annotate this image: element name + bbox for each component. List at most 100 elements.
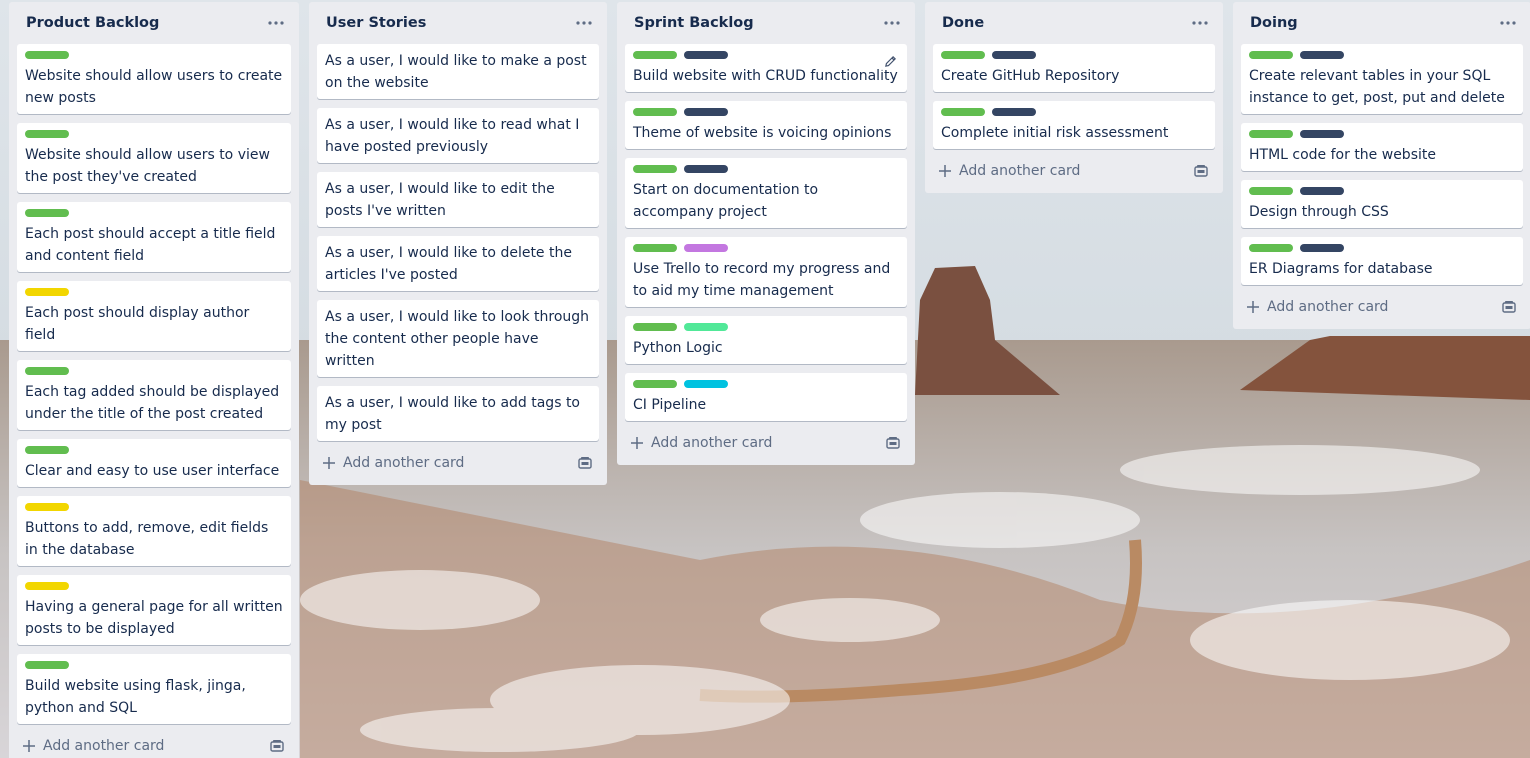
card-label-green[interactable]	[25, 130, 69, 138]
list-header: Done	[933, 2, 1215, 44]
card-label-navy[interactable]	[684, 165, 728, 173]
card[interactable]: Python Logic	[625, 316, 907, 364]
card-label-navy[interactable]	[992, 51, 1036, 59]
pencil-icon[interactable]	[881, 52, 899, 70]
card-template-icon[interactable]	[1501, 299, 1517, 315]
card-labels	[25, 367, 283, 375]
card-label-green[interactable]	[1249, 187, 1293, 195]
card[interactable]: Theme of website is voicing opinions	[625, 101, 907, 149]
card[interactable]: Having a general page for all written po…	[17, 575, 291, 645]
card[interactable]: As a user, I would like to look through …	[317, 300, 599, 377]
card-labels	[633, 51, 899, 59]
list-menu-icon[interactable]	[881, 12, 903, 34]
add-card-button[interactable]: Add another card	[1245, 297, 1388, 317]
card-label-green[interactable]	[25, 661, 69, 669]
add-card-label: Add another card	[1267, 299, 1389, 315]
list-menu-icon[interactable]	[1189, 12, 1211, 34]
card[interactable]: Each post should accept a title field an…	[17, 202, 291, 272]
card-label-green[interactable]	[633, 244, 677, 252]
card-label-green[interactable]	[25, 367, 69, 375]
plus-icon	[1245, 297, 1261, 317]
add-card-button[interactable]: Add another card	[21, 736, 164, 756]
card-label-green[interactable]	[1249, 51, 1293, 59]
card-labels	[633, 108, 899, 116]
card[interactable]: CI Pipeline	[625, 373, 907, 421]
card[interactable]: As a user, I would like to edit the post…	[317, 172, 599, 227]
list-title[interactable]: Sprint Backlog	[634, 15, 754, 31]
card-label-navy[interactable]	[1300, 130, 1344, 138]
card[interactable]: As a user, I would like to add tags to m…	[317, 386, 599, 441]
card-labels	[1249, 244, 1515, 252]
card-label-sky[interactable]	[684, 380, 728, 388]
card[interactable]: Use Trello to record my progress and to …	[625, 237, 907, 307]
card[interactable]: Website should allow users to view the p…	[17, 123, 291, 193]
card-label-navy[interactable]	[1300, 51, 1344, 59]
card-template-icon[interactable]	[1193, 163, 1209, 179]
card-label-green[interactable]	[633, 380, 677, 388]
card[interactable]: HTML code for the website	[1241, 123, 1523, 171]
card-labels	[25, 582, 283, 590]
card-label-navy[interactable]	[992, 108, 1036, 116]
add-card-button[interactable]: Add another card	[937, 161, 1080, 181]
card-label-green[interactable]	[633, 323, 677, 331]
card[interactable]: Create GitHub Repository	[933, 44, 1215, 92]
list-header: Product Backlog	[17, 2, 291, 44]
card-label-green[interactable]	[941, 51, 985, 59]
card-label-navy[interactable]	[1300, 187, 1344, 195]
list-menu-icon[interactable]	[573, 12, 595, 34]
card-list: Create relevant tables in your SQL insta…	[1241, 44, 1523, 285]
card-template-icon[interactable]	[269, 738, 285, 754]
plus-icon	[629, 433, 645, 453]
card-label-yellow[interactable]	[25, 582, 69, 590]
card-template-icon[interactable]	[885, 435, 901, 451]
card-label-navy[interactable]	[684, 108, 728, 116]
card[interactable]: Create relevant tables in your SQL insta…	[1241, 44, 1523, 114]
card-label-yellow[interactable]	[25, 503, 69, 511]
card-label-lime[interactable]	[684, 323, 728, 331]
card-labels	[1249, 51, 1515, 59]
card-labels	[633, 380, 899, 388]
list-menu-icon[interactable]	[265, 12, 287, 34]
card-label-navy[interactable]	[1300, 244, 1344, 252]
list-menu-icon[interactable]	[1497, 12, 1519, 34]
card-label-green[interactable]	[25, 209, 69, 217]
card-title: Each tag added should be displayed under…	[25, 384, 280, 422]
card-label-navy[interactable]	[684, 51, 728, 59]
list-title[interactable]: Done	[942, 15, 984, 31]
card[interactable]: Clear and easy to use user interface	[17, 439, 291, 487]
card-label-green[interactable]	[25, 51, 69, 59]
card[interactable]: Each tag added should be displayed under…	[17, 360, 291, 430]
list-title[interactable]: Product Backlog	[26, 15, 159, 31]
card-label-purple[interactable]	[684, 244, 728, 252]
card[interactable]: Design through CSS	[1241, 180, 1523, 228]
card[interactable]: Build website with CRUD functionality	[625, 44, 907, 92]
card-labels	[1249, 187, 1515, 195]
card-labels	[1249, 130, 1515, 138]
card-template-icon[interactable]	[577, 455, 593, 471]
card[interactable]: ER Diagrams for database	[1241, 237, 1523, 285]
card-label-green[interactable]	[633, 108, 677, 116]
list-title[interactable]: Doing	[1250, 15, 1298, 31]
card[interactable]: Complete initial risk assessment	[933, 101, 1215, 149]
add-card-button[interactable]: Add another card	[321, 453, 464, 473]
add-card-button[interactable]: Add another card	[629, 433, 772, 453]
card[interactable]: As a user, I would like to make a post o…	[317, 44, 599, 99]
card-label-green[interactable]	[25, 446, 69, 454]
card-label-yellow[interactable]	[25, 288, 69, 296]
card-label-green[interactable]	[1249, 244, 1293, 252]
card[interactable]: Each post should display author field	[17, 281, 291, 351]
card[interactable]: Buttons to add, remove, edit fields in t…	[17, 496, 291, 566]
card-title: Create relevant tables in your SQL insta…	[1249, 68, 1505, 106]
card-label-green[interactable]	[1249, 130, 1293, 138]
card-label-green[interactable]	[633, 51, 677, 59]
card[interactable]: Start on documentation to accompany proj…	[625, 158, 907, 228]
list-title[interactable]: User Stories	[326, 15, 426, 31]
card[interactable]: As a user, I would like to delete the ar…	[317, 236, 599, 291]
card[interactable]: As a user, I would like to read what I h…	[317, 108, 599, 163]
card-label-green[interactable]	[633, 165, 677, 173]
card-title: Having a general page for all written po…	[25, 599, 283, 637]
card[interactable]: Build website using flask, jinga, python…	[17, 654, 291, 724]
card-label-green[interactable]	[941, 108, 985, 116]
card[interactable]: Website should allow users to create new…	[17, 44, 291, 114]
card-title: Clear and easy to use user interface	[25, 463, 280, 479]
